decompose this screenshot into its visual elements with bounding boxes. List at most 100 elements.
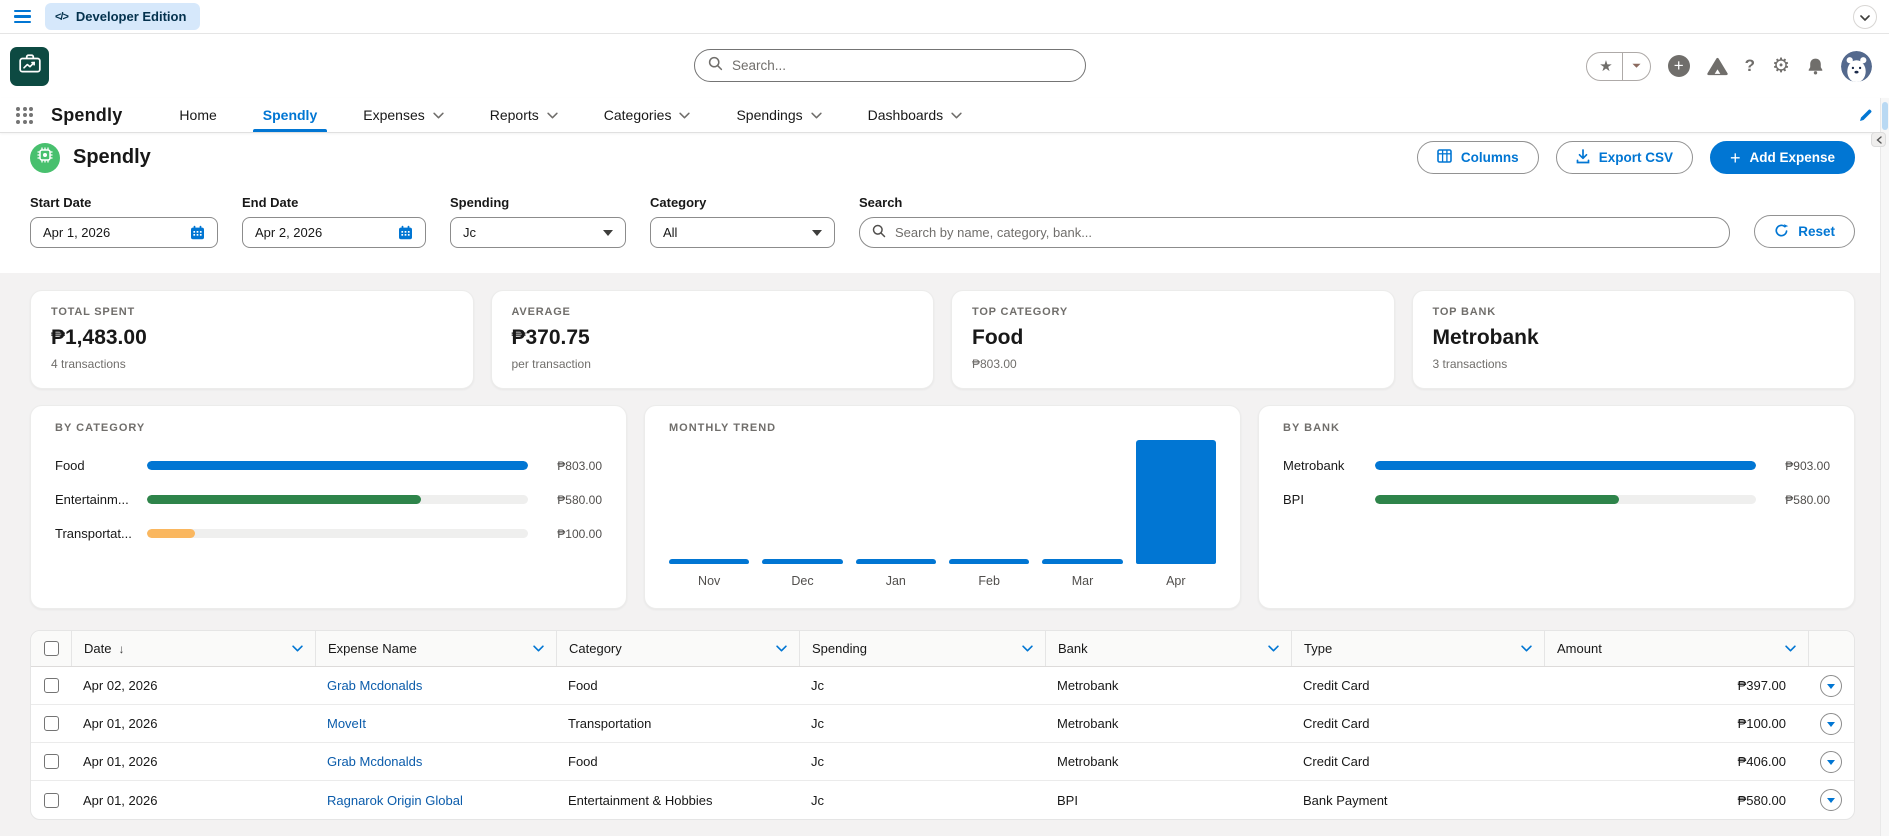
edit-nav-pencil-icon[interactable] xyxy=(1859,108,1873,122)
column-header-type[interactable]: Type xyxy=(1291,631,1544,666)
search-field: Search xyxy=(859,195,1731,248)
columns-icon xyxy=(1437,149,1452,166)
caret-down-icon xyxy=(603,229,613,236)
export-csv-button[interactable]: Export CSV xyxy=(1555,141,1693,174)
category-select[interactable]: All xyxy=(650,217,835,248)
column-header-spending[interactable]: Spending xyxy=(799,631,1045,666)
chevron-down-icon[interactable] xyxy=(547,112,558,119)
chevron-down-icon[interactable] xyxy=(679,112,691,119)
tab-home[interactable]: Home xyxy=(156,98,239,132)
column-header-bank[interactable]: Bank xyxy=(1045,631,1291,666)
favorite-star-icon[interactable]: ★ xyxy=(1587,52,1623,80)
select-all-checkbox[interactable] xyxy=(43,641,59,656)
page-scrollbar[interactable] xyxy=(1880,98,1889,836)
select-all-cell xyxy=(31,631,71,666)
screen: </> Developer Edition ★ xyxy=(0,0,1889,836)
row-checkbox[interactable] xyxy=(43,792,59,808)
row-actions-button[interactable] xyxy=(1820,712,1842,735)
row-actions-button[interactable] xyxy=(1820,750,1842,773)
spending-select[interactable]: Jc xyxy=(450,217,626,248)
start-date-label: Start Date xyxy=(30,195,92,210)
row-checkbox[interactable] xyxy=(43,678,59,693)
row-checkbox[interactable] xyxy=(43,754,59,769)
chevron-down-icon[interactable] xyxy=(951,112,962,119)
chevron-down-icon[interactable] xyxy=(810,112,822,119)
chevron-down-icon[interactable] xyxy=(776,645,787,652)
cell-date: Apr 02, 2026 xyxy=(83,678,158,693)
tab-spendly[interactable]: Spendly xyxy=(240,98,340,132)
row-checkbox[interactable] xyxy=(43,716,59,731)
menu-icon[interactable] xyxy=(14,9,31,24)
chevron-down-icon[interactable] xyxy=(292,645,303,652)
plus-icon: + xyxy=(1673,55,1684,75)
app-logo[interactable] xyxy=(10,46,49,86)
chevron-down-icon[interactable] xyxy=(1785,645,1796,652)
column-header-expense-name[interactable]: Expense Name xyxy=(315,631,556,666)
expense-name-link[interactable]: MoveIt xyxy=(327,716,366,731)
start-date-input[interactable]: Apr 1, 2026 xyxy=(30,217,218,248)
chevron-down-icon[interactable] xyxy=(533,645,544,652)
bank-bar-bpi: BPI ₱580.00 xyxy=(1283,492,1830,507)
scrollbar-thumb[interactable] xyxy=(1882,102,1888,130)
columns-button[interactable]: Columns xyxy=(1416,141,1539,174)
download-icon xyxy=(1576,148,1590,167)
tab-expenses[interactable]: Expenses xyxy=(340,98,466,132)
cell-type: Credit Card xyxy=(1303,678,1370,693)
column-header-date[interactable]: Date ↓ xyxy=(71,631,315,666)
row-actions-button[interactable] xyxy=(1820,789,1842,811)
calendar-icon[interactable] xyxy=(190,225,205,240)
cell-type: Credit Card xyxy=(1303,754,1370,769)
spending-field: Spending Jc xyxy=(450,195,626,248)
favorites-control: ★ xyxy=(1586,51,1651,81)
chevron-down-icon[interactable] xyxy=(1521,645,1532,652)
table-search-box xyxy=(859,217,1731,248)
end-date-field: End Date Apr 2, 2026 xyxy=(242,195,426,248)
expense-name-link[interactable]: Grab Mcdonalds xyxy=(327,678,422,693)
cell-spending: Jc xyxy=(811,754,824,769)
app-launcher-icon[interactable] xyxy=(16,106,33,124)
row-actions-button[interactable] xyxy=(1820,674,1842,697)
calendar-icon[interactable] xyxy=(398,225,413,240)
chevron-down-icon[interactable] xyxy=(433,112,444,119)
monthly-trend-chart: Nov Dec Jan Feb Mar Apr xyxy=(669,440,1216,590)
side-panel-toggle-button[interactable] xyxy=(1871,132,1886,147)
cell-spending: Jc xyxy=(811,792,824,808)
end-date-input[interactable]: Apr 2, 2026 xyxy=(242,217,426,248)
user-avatar[interactable] xyxy=(1841,50,1872,82)
setup-gear-icon[interactable]: ⚙ xyxy=(1772,56,1790,76)
collapse-banner-button[interactable] xyxy=(1853,4,1877,29)
trailhead-icon[interactable] xyxy=(1706,57,1728,76)
cell-category: Transportation xyxy=(568,716,652,731)
tab-categories[interactable]: Categories xyxy=(581,98,714,132)
expense-name-link[interactable]: Ragnarok Origin Global xyxy=(327,793,463,808)
expenses-table: Date ↓ Expense Name Category Spending Ba… xyxy=(30,630,1855,820)
notifications-bell-icon[interactable] xyxy=(1807,57,1824,75)
cell-amount: ₱397.00 xyxy=(1737,678,1786,693)
table-row[interactable]: Apr 01, 2026 Grab Mcdonalds Food Jc Metr… xyxy=(31,743,1854,781)
help-icon[interactable]: ? xyxy=(1745,56,1755,76)
caret-down-icon xyxy=(1827,759,1835,765)
column-header-amount[interactable]: Amount xyxy=(1544,631,1808,666)
reset-button[interactable]: Reset xyxy=(1754,215,1855,248)
month-bar: Nov xyxy=(669,440,750,590)
chevron-down-icon[interactable] xyxy=(1268,645,1279,652)
favorites-caret-icon[interactable] xyxy=(1623,53,1650,80)
tab-dashboards[interactable]: Dashboards xyxy=(845,98,986,132)
search-icon xyxy=(872,224,886,241)
tab-reports[interactable]: Reports xyxy=(467,98,581,132)
table-row[interactable]: Apr 01, 2026 MoveIt Transportation Jc Me… xyxy=(31,705,1854,743)
cell-bank: BPI xyxy=(1057,792,1078,808)
table-row[interactable]: Apr 02, 2026 Grab Mcdonalds Food Jc Metr… xyxy=(31,667,1854,705)
table-row[interactable]: Apr 01, 2026 Ragnarok Origin Global Ente… xyxy=(31,781,1854,819)
global-actions-button[interactable]: + xyxy=(1667,55,1690,77)
expense-name-link[interactable]: Grab Mcdonalds xyxy=(327,754,422,769)
month-bar: Dec xyxy=(762,440,843,590)
global-search-input[interactable] xyxy=(732,58,1072,73)
column-header-category[interactable]: Category xyxy=(556,631,799,666)
table-search-input[interactable] xyxy=(895,225,1718,240)
chevron-down-icon[interactable] xyxy=(1022,645,1033,652)
stat-cards: TOTAL SPENT ₱1,483.00 4 transactions AVE… xyxy=(30,290,1855,389)
tab-spendings[interactable]: Spendings xyxy=(713,98,844,132)
add-expense-button[interactable]: + Add Expense xyxy=(1709,141,1855,174)
cell-amount: ₱100.00 xyxy=(1737,716,1786,731)
